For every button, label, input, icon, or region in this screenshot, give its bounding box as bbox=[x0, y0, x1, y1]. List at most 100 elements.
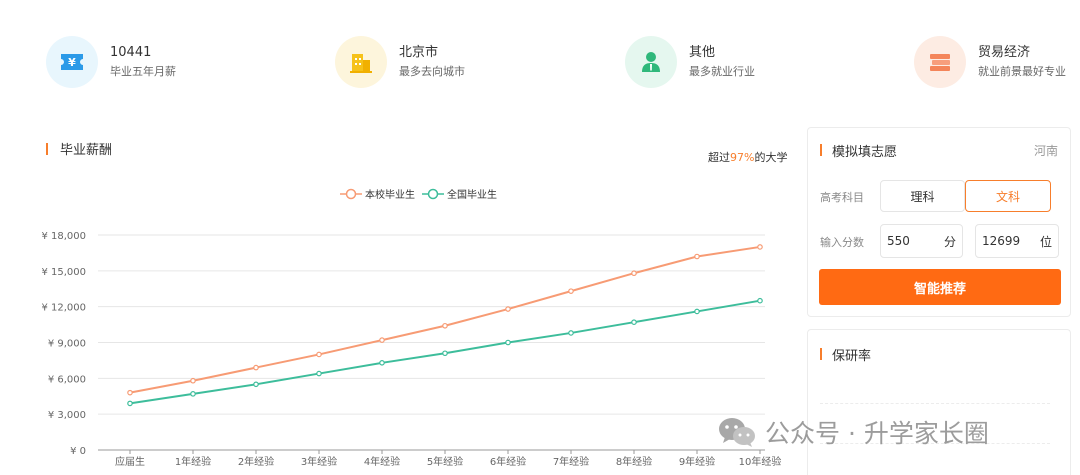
series-line-1 bbox=[129, 245, 761, 394]
x-tick-label: 应届生 bbox=[115, 455, 145, 468]
stat-major-label: 就业前景最好专业 bbox=[978, 65, 1066, 78]
x-tick-label: 10年经验 bbox=[739, 455, 782, 468]
data-point[interactable] bbox=[505, 339, 511, 346]
y-tick-label: ¥ 9,000 bbox=[48, 339, 86, 350]
score-unit: 分 bbox=[943, 234, 956, 249]
simulate-title: 模拟填志愿 bbox=[832, 144, 898, 160]
stat-salary-value: 10441 bbox=[110, 45, 152, 60]
legend-marker bbox=[345, 188, 357, 200]
chart-legend: 本校毕业生 全国毕业生 bbox=[340, 188, 497, 201]
legend-item-1[interactable]: 本校毕业生 bbox=[340, 188, 415, 201]
score-value: 550 bbox=[887, 234, 910, 248]
rank-unit: 位 bbox=[1039, 234, 1052, 249]
data-point[interactable] bbox=[316, 351, 322, 358]
y-tick-label: ¥ 18,000 bbox=[41, 231, 86, 242]
exceed-percent: 97% bbox=[730, 151, 755, 164]
x-tick-label: 2年经验 bbox=[238, 455, 274, 468]
title-accent-bar bbox=[820, 144, 822, 156]
y-tick-label: ¥ 6,000 bbox=[48, 374, 86, 385]
baoyan-card-header: 保研率 bbox=[820, 344, 1058, 364]
major-books-icon bbox=[914, 36, 966, 88]
data-point[interactable] bbox=[442, 322, 448, 329]
chart-x-axis: 应届生 1年经验 2年经验 3年经验 4年经验 5年经验 6年经验 7年经验 8年经验 9年经验 1… bbox=[115, 450, 781, 468]
data-point[interactable] bbox=[379, 337, 385, 343]
stat-industry-label: 最多就业行业 bbox=[689, 65, 755, 78]
stat-industry-value: 其他 bbox=[689, 45, 716, 60]
data-point[interactable] bbox=[757, 244, 763, 250]
data-point[interactable] bbox=[190, 377, 196, 384]
wechat-watermark: 公众号 · 升学家长圈 bbox=[717, 412, 989, 452]
data-point[interactable] bbox=[379, 360, 385, 366]
x-tick-label: 1年经验 bbox=[175, 455, 211, 468]
salary-line-chart: 本校毕业生 全国毕业生 ¥ 0 ¥ 3,000 ¥ 6,000 ¥ 9,000 ¥ 12,… bbox=[41, 188, 781, 468]
baoyan-card: 保研率 bbox=[807, 329, 1071, 475]
subject-label: 高考科目 bbox=[820, 191, 864, 204]
data-point[interactable] bbox=[568, 288, 574, 294]
smart-recommend-button[interactable]: 智能推荐 bbox=[819, 269, 1061, 305]
x-tick-label: 8年经验 bbox=[616, 455, 652, 468]
data-point[interactable] bbox=[694, 253, 700, 260]
data-point[interactable] bbox=[253, 381, 259, 388]
stat-major: 贸易经济 就业前景最好专业 bbox=[914, 34, 1066, 90]
rank-value: 12699 bbox=[982, 234, 1021, 248]
data-point[interactable] bbox=[757, 297, 763, 304]
legend-marker bbox=[427, 188, 439, 200]
stat-salary: ¥ 10441 毕业五年月薪 bbox=[46, 34, 176, 90]
salary-title-text: 毕业薪酬 bbox=[60, 143, 113, 158]
chart-grid bbox=[98, 234, 765, 451]
y-tick-label: ¥ 3,000 bbox=[48, 410, 86, 421]
x-tick-label: 9年经验 bbox=[679, 455, 715, 468]
y-tick-label: ¥ 0 bbox=[70, 446, 86, 457]
chart-y-axis: ¥ 0 ¥ 3,000 ¥ 6,000 ¥ 9,000 ¥ 12,000 ¥ 15,000… bbox=[41, 231, 86, 457]
y-tick-label: ¥ 12,000 bbox=[41, 303, 86, 314]
stats-bar: ¥ 10441 毕业五年月薪 北京市 最多去向城市 其他 最多就业行业 贸易经济… bbox=[0, 0, 1080, 110]
data-point[interactable] bbox=[631, 270, 637, 277]
data-point[interactable] bbox=[631, 319, 637, 325]
x-tick-label: 5年经验 bbox=[427, 455, 463, 468]
data-point[interactable] bbox=[442, 350, 448, 357]
rank-input[interactable]: 12699 位 bbox=[975, 224, 1059, 258]
subject-option-science[interactable]: 理科 bbox=[880, 180, 965, 212]
svg-text:¥: ¥ bbox=[68, 56, 76, 69]
x-tick-label: 7年经验 bbox=[553, 455, 589, 468]
stat-industry: 其他 最多就业行业 bbox=[625, 34, 755, 90]
data-point[interactable] bbox=[127, 400, 133, 407]
salary-ticket-icon: ¥ bbox=[46, 36, 98, 88]
subject-option-arts[interactable]: 文科 bbox=[965, 180, 1051, 212]
city-buildings-icon bbox=[335, 36, 387, 88]
stat-city-label: 最多去向城市 bbox=[399, 65, 465, 78]
legend-label: 全国毕业生 bbox=[447, 188, 497, 201]
title-accent-bar bbox=[820, 348, 822, 360]
data-point[interactable] bbox=[568, 330, 574, 336]
exceed-suffix: 的大学 bbox=[754, 151, 788, 164]
x-tick-label: 6年经验 bbox=[490, 455, 526, 468]
exceed-prefix: 超过 bbox=[708, 151, 730, 164]
data-point[interactable] bbox=[505, 306, 511, 312]
stat-city-value: 北京市 bbox=[399, 45, 439, 60]
data-point[interactable] bbox=[190, 391, 196, 397]
chart-series bbox=[127, 244, 763, 407]
province-select[interactable]: 河南 bbox=[1034, 142, 1058, 159]
exceed-text: 超过97%的大学 bbox=[708, 149, 787, 165]
stat-major-value: 贸易经济 bbox=[978, 45, 1031, 60]
legend-item-2[interactable]: 全国毕业生 bbox=[422, 188, 497, 201]
data-point[interactable] bbox=[316, 370, 322, 377]
wechat-icon bbox=[719, 418, 755, 447]
simulate-card: 模拟填志愿 河南 高考科目 理科 文科 输入分数 550 分 12699 位 智… bbox=[807, 127, 1071, 317]
x-tick-label: 4年经验 bbox=[364, 455, 400, 468]
y-tick-label: ¥ 15,000 bbox=[41, 267, 86, 278]
score-input[interactable]: 550 分 bbox=[880, 224, 963, 258]
x-tick-label: 3年经验 bbox=[301, 455, 337, 468]
salary-section-title: 毕业薪酬 bbox=[46, 139, 112, 158]
data-point[interactable] bbox=[253, 364, 259, 371]
simulate-card-header: 模拟填志愿 河南 bbox=[820, 140, 1058, 160]
score-label: 输入分数 bbox=[820, 236, 864, 249]
data-point[interactable] bbox=[127, 389, 133, 396]
watermark-text: 公众号 · 升学家长圈 bbox=[765, 419, 989, 448]
title-accent-bar bbox=[46, 142, 48, 155]
divider bbox=[820, 403, 1050, 404]
industry-person-icon bbox=[625, 36, 677, 88]
baoyan-title: 保研率 bbox=[832, 348, 872, 364]
data-point[interactable] bbox=[694, 308, 700, 315]
stat-city: 北京市 最多去向城市 bbox=[335, 34, 465, 90]
